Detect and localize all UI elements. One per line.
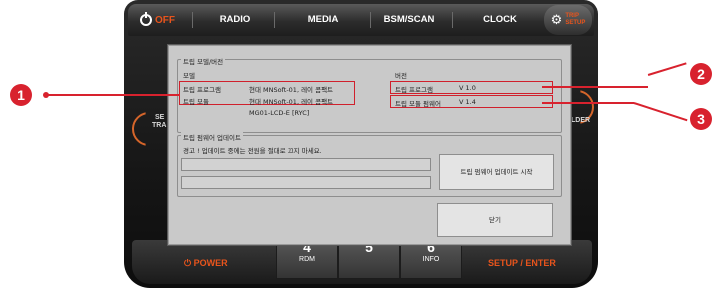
- divider: [192, 12, 193, 28]
- update-progress-bar-2: [181, 176, 431, 189]
- update-progress-bar: [181, 158, 431, 171]
- setup-enter-button[interactable]: SETUP / ENTER: [488, 258, 556, 268]
- model-row-value: 현대 MNSoft-01, 레이 콤팩트: [249, 86, 334, 94]
- divider: [274, 12, 275, 28]
- callout-2-leader-line-diag: [647, 62, 687, 76]
- model-header: 모델: [183, 72, 195, 80]
- power-icon: [140, 12, 152, 26]
- version-row-label: 트립 프로그램: [395, 86, 433, 94]
- model-row-value: 현대 MNSoft-01, 레이 콤팩트: [249, 98, 334, 106]
- version-row-label: 트립 모듈 펌웨어: [395, 100, 441, 108]
- clock-button[interactable]: CLOCK: [462, 4, 538, 36]
- callout-3: 3: [690, 108, 712, 130]
- close-button[interactable]: 닫기: [437, 203, 553, 237]
- off-label: OFF: [155, 14, 175, 26]
- key-sub-label: INFO: [422, 256, 440, 263]
- model-row-label: 트립 프로그램: [183, 86, 221, 94]
- version-row-value: V 1.4: [459, 98, 476, 106]
- power-button[interactable]: ⏻ POWER: [184, 258, 228, 269]
- off-button[interactable]: OFF: [140, 4, 175, 36]
- setup-label: SETUP: [565, 20, 586, 26]
- left-button-text-fragment-2[interactable]: TRA: [152, 122, 166, 129]
- divider: [370, 12, 371, 28]
- firmware-update-group-title: 트립 펌웨어 업데이트: [181, 132, 243, 142]
- media-button[interactable]: MEDIA: [280, 4, 366, 36]
- trip-info-dialog: 트립 모델/버전 모델 버전 트립 프로그램 현대 MNSoft-01, 레이 …: [168, 45, 571, 245]
- divider: [452, 12, 453, 28]
- callout-1-leader-line: [46, 94, 180, 96]
- callout-2-leader-line-h: [542, 86, 648, 88]
- power-icon: ⏻: [184, 258, 192, 268]
- right-button-text-fragment[interactable]: LDER: [571, 117, 590, 124]
- power-label: POWER: [193, 258, 228, 268]
- bsm-scan-button[interactable]: BSM/SCAN: [374, 4, 444, 36]
- version-header: 버전: [395, 72, 407, 80]
- trip-setup-button[interactable]: ⚙ TRIP SETUP: [544, 5, 592, 35]
- model-extra: MG01-LCD-E [RYC]: [249, 109, 310, 117]
- gear-icon: ⚙: [550, 12, 563, 28]
- callout-3-leader-line-diag: [633, 102, 688, 121]
- callout-3-leader-line-h: [542, 102, 634, 104]
- model-version-group-title: 트립 모델/버전: [181, 56, 226, 66]
- key-sub-label: RDM: [299, 256, 315, 263]
- left-button-text-fragment[interactable]: SE: [155, 114, 164, 121]
- trip-label: TRIP: [565, 13, 579, 19]
- model-row-label: 트립 모듈: [183, 98, 209, 106]
- callout-1: 1: [10, 84, 32, 106]
- warning-text: 경고 ! 업데이트 중에는 전원을 절대로 끄지 마세요.: [183, 147, 322, 155]
- callout-2: 2: [690, 63, 712, 85]
- version-row-value: V 1.0: [459, 84, 476, 92]
- radio-button[interactable]: RADIO: [200, 4, 270, 36]
- start-firmware-update-button[interactable]: 트립 펌웨어 업데이트 시작: [439, 154, 554, 190]
